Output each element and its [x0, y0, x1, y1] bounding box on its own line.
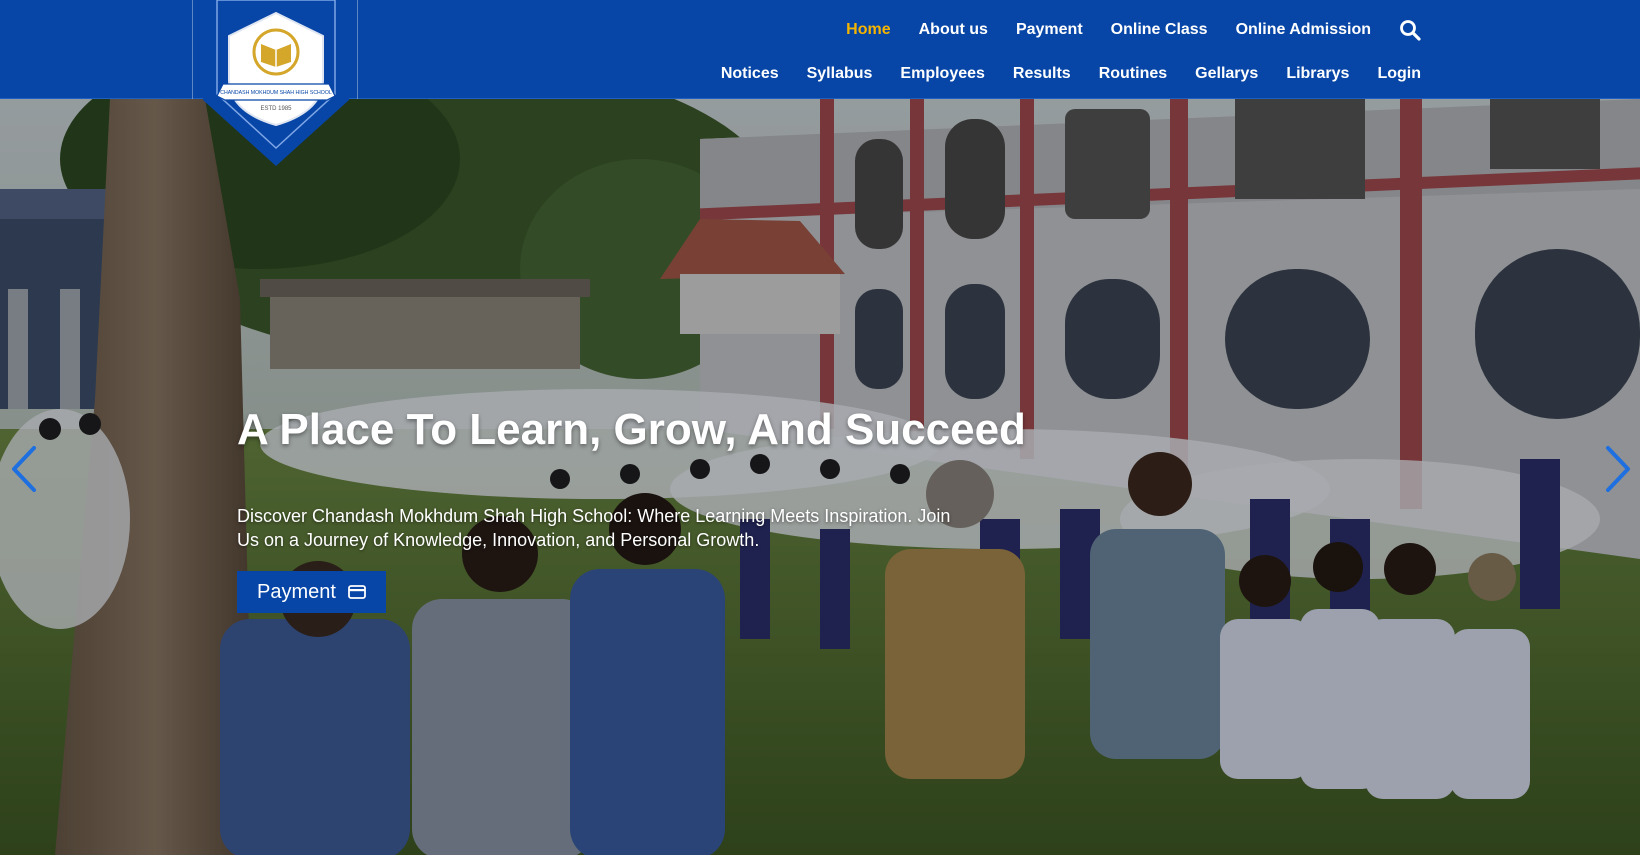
hero-title: A Place To Learn, Grow, And Succeed — [237, 405, 1026, 454]
hero-overlay — [0, 99, 1640, 855]
search-icon[interactable] — [1399, 19, 1421, 41]
nav-link-online-class[interactable]: Online Class — [1111, 21, 1208, 39]
nav-link-home[interactable]: Home — [846, 21, 890, 39]
nav-link-login[interactable]: Login — [1377, 65, 1421, 83]
credit-card-icon — [348, 585, 366, 599]
nav-link-notices[interactable]: Notices — [721, 65, 779, 83]
hero-payment-label: Payment — [257, 580, 336, 603]
nav-link-librarys[interactable]: Librarys — [1286, 65, 1349, 83]
hero-description: Discover Chandash Mokhdum Shah High Scho… — [237, 506, 951, 550]
school-logo[interactable]: CHANDASH MOKHDUM SHAH HIGH SCHOOL ESTD 1… — [203, 0, 349, 166]
logo-estd: ESTD 1985 — [260, 106, 292, 112]
primary-nav: Home About us Payment Online Class Onlin… — [818, 18, 1421, 42]
nav-link-online-admission[interactable]: Online Admission — [1236, 21, 1371, 39]
hero-payment-button[interactable]: Payment — [237, 571, 386, 613]
nav-link-about-us[interactable]: About us — [919, 21, 988, 39]
nav-link-gellarys[interactable]: Gellarys — [1195, 65, 1258, 83]
chevron-right-icon[interactable] — [1600, 444, 1634, 494]
nav-link-results[interactable]: Results — [1013, 65, 1071, 83]
chevron-left-icon[interactable] — [8, 444, 42, 494]
hero-slider: A Place To Learn, Grow, And Succeed Disc… — [0, 99, 1640, 855]
secondary-nav: Notices Syllabus Employees Results Routi… — [693, 62, 1421, 86]
nav-link-employees[interactable]: Employees — [900, 65, 984, 83]
nav-link-syllabus[interactable]: Syllabus — [807, 65, 873, 83]
nav-link-payment[interactable]: Payment — [1016, 21, 1083, 39]
nav-link-routines[interactable]: Routines — [1099, 65, 1167, 83]
logo-text: CHANDASH MOKHDUM SHAH HIGH SCHOOL — [220, 90, 332, 96]
